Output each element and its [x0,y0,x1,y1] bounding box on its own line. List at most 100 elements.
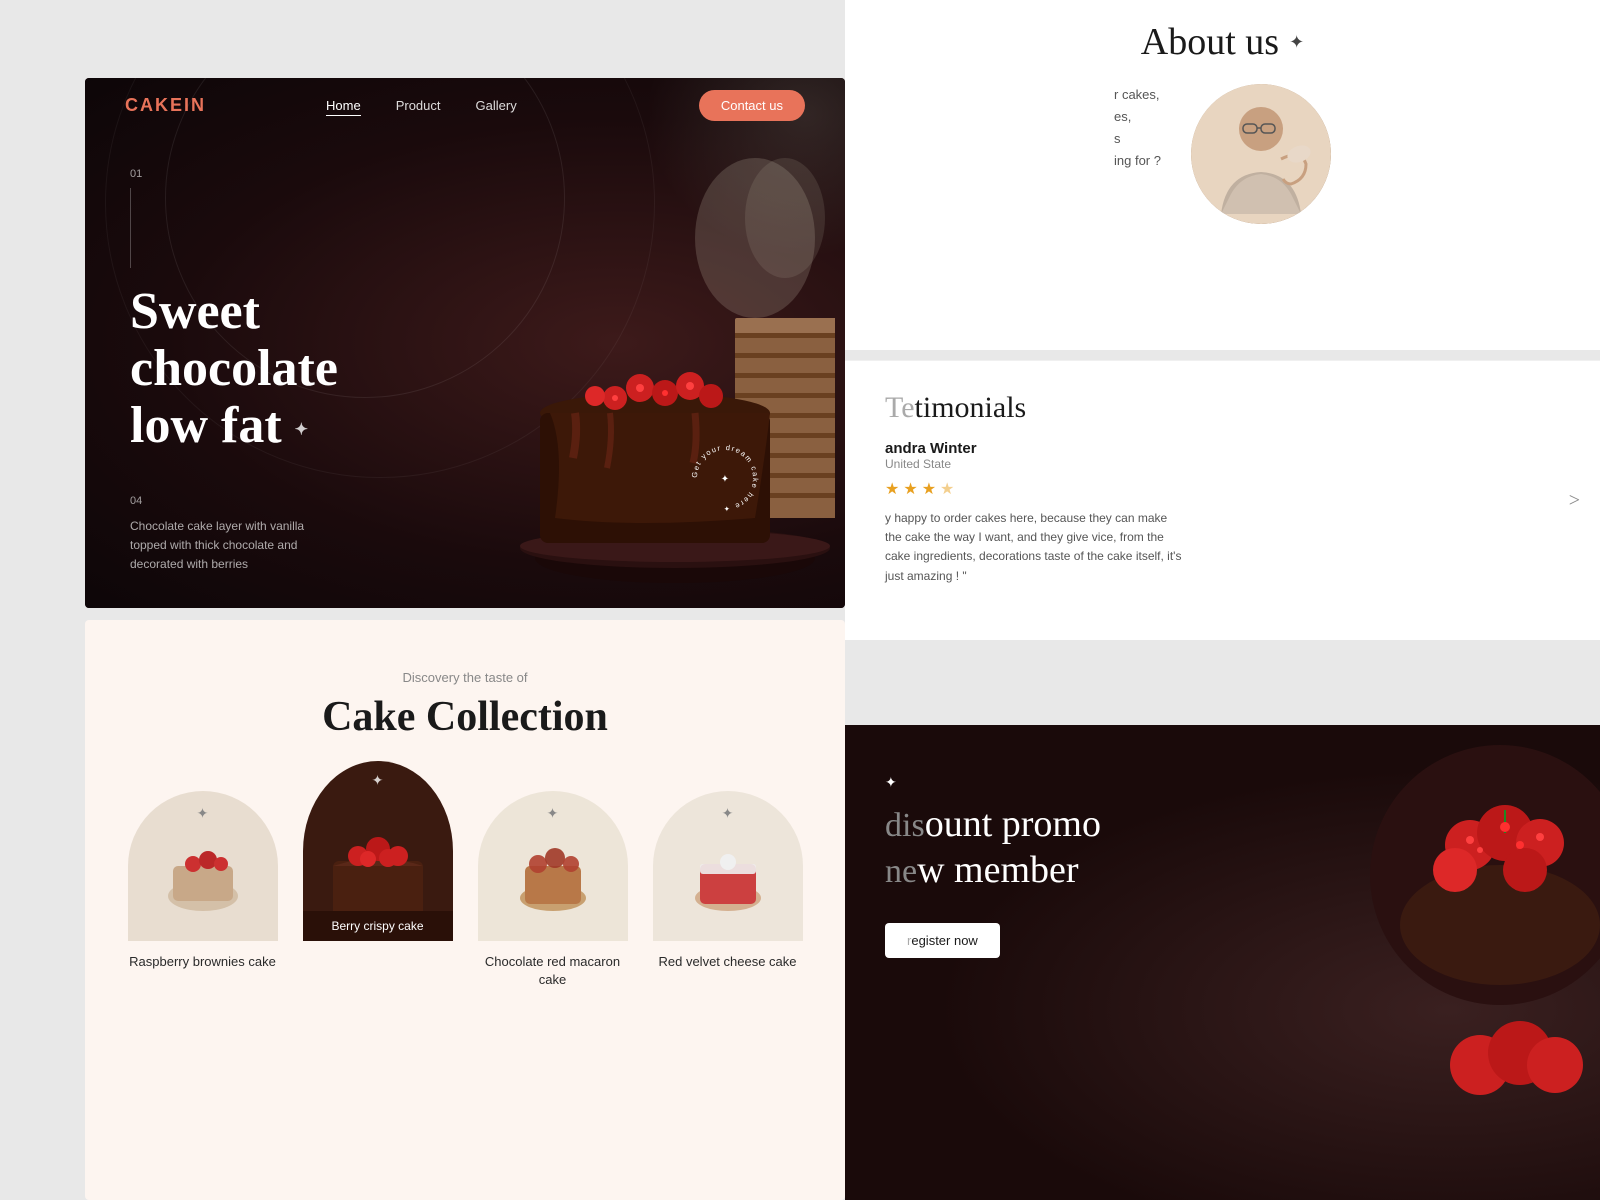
hero-content: 01 Sweet chocolate low fat ✦ 04 Chocolat… [130,168,450,608]
card-plus-icon-2: ✦ [372,773,384,790]
star-half: ★ [940,481,954,498]
about-us-arrow: ✦ [1289,32,1304,53]
promo-section: ✦ disount promo new member register now [845,725,1600,1200]
berry-tex-3 [1536,833,1544,841]
berry-dot-4 [686,382,694,390]
wafer-stripe-3 [735,373,835,378]
collection-title: Cake Collection [125,693,805,741]
cake-card-macaron: ✦ Chocolate red macaron cake [475,791,630,989]
testimonials-title-text: timonials [915,391,1027,424]
raspberry-6 [585,386,605,406]
nav-link-product[interactable]: Product [396,98,441,113]
hero-title-star: ✦ [295,422,308,439]
hero-title: Sweet chocolate low fat ✦ [130,283,450,455]
card-plus-icon-4: ✦ [722,806,734,823]
promo-berry-low-3 [1527,1037,1583,1093]
slide-number-bottom: 04 [130,495,450,507]
slide-number-bottom-group: 04 Chocolate cake layer with vanilla top… [130,495,450,575]
nav-item-product[interactable]: Product [396,97,441,115]
berry-dot-3 [662,390,668,396]
promo-title-line1: ount promo [925,803,1101,845]
berry-bowl-ellipse [1400,865,1600,985]
berry-dot-1 [612,395,618,401]
promo-title-line2: w member [917,849,1078,891]
testimonials-section: Tetimonials andra Winter United State ★ … [845,360,1600,640]
hero-title-line2: low fat [130,397,282,454]
reviewer-name: andra Winter [885,440,1560,457]
berry-card-label-bg: Berry crispy cake [303,911,453,941]
about-text-block: r cakes,es,sing for ? [1114,84,1161,172]
cake-card-velvet: ✦ Red velvet cheese cake [650,791,805,989]
hero-title-line1: Sweet chocolate [130,283,338,397]
testimonials-title: Tetimonials [885,391,1560,425]
promo-berry-svg [1280,725,1600,1200]
raspberry-cake-icon [163,836,243,916]
avatar-svg [1191,84,1331,224]
navbar: CAKEIN Home Product Gallery Contact us [85,78,845,133]
berry-dot-2 [636,384,644,392]
promo-star-icon: ✦ [885,775,1101,792]
review-text: y happy to order cakes here, because the… [885,509,1185,586]
cake-card-img-raspberry: ✦ [128,791,278,941]
cake-card-img-berry: ✦ Berry crispy cake [303,761,453,941]
cake-collection-section: Discovery the taste of Cake Collection ✦… [85,620,845,1200]
hero-section: CAKEIN Home Product Gallery Contact us 0… [85,78,845,608]
about-us-title-text: About us [1141,20,1279,64]
berry-tex-5 [1516,841,1524,849]
promo-berry-4 [1433,848,1477,892]
cake-card-label-velvet: Red velvet cheese cake [658,953,796,971]
about-content-area: r cakes,es,sing for ? [1114,84,1331,224]
berry-tex-4 [1477,847,1483,853]
wafer-stripe-4 [735,393,835,398]
discovery-label: Discovery the taste of [125,670,805,685]
logo-text-accent: IN [184,95,206,115]
cake-card-img-velvet: ✦ [653,791,803,941]
promo-title: disount promo new member [885,802,1101,893]
cake-svg [435,138,835,608]
star-2: ★ [903,481,917,498]
about-text-para: r cakes,es,sing for ? [1114,84,1161,172]
berry-tex-2 [1500,822,1510,832]
reviewer-location: United State [885,457,1560,471]
circular-badge-svg: Get your dream cake here ✦ ✦ [685,438,765,518]
about-us-title: About us ✦ [1141,20,1304,64]
star-1: ★ [885,481,899,498]
about-section: About us ✦ r cakes,es,sing for ? [845,0,1600,350]
nav-link-gallery[interactable]: Gallery [476,98,517,113]
nav-links: Home Product Gallery [326,97,517,115]
vert-divider [130,188,131,268]
berry-tex-1 [1466,836,1474,844]
raspberry-5 [699,384,723,408]
circular-badge-star: ✦ [721,474,729,485]
promo-title-prefix: dis [885,807,925,844]
next-review-arrow[interactable]: > [1569,489,1580,512]
logo: CAKEIN [125,95,206,116]
nav-item-home[interactable]: Home [326,97,361,115]
star-rating: ★ ★ ★ ★ [885,479,1560,499]
cake-card-img-macaron: ✦ [478,791,628,941]
card-plus-icon-3: ✦ [547,806,559,823]
card-plus-icon-1: ✦ [197,806,209,823]
nav-item-gallery[interactable]: Gallery [476,97,517,115]
contact-us-button[interactable]: Contact us [699,90,805,121]
star-3: ★ [922,481,936,498]
promo-berry-5 [1503,848,1547,892]
cake-card-berry: ✦ Berry crispy cake [300,761,455,989]
nav-link-home[interactable]: Home [326,98,361,116]
cake-cards-grid: ✦ Raspberry brownies cake ✦ [125,791,805,989]
testimonials-title-prefix: Te [885,391,915,424]
drip-1 [573,413,576,458]
velvet-cake-icon [688,836,768,916]
promo-title-prefix2: ne [885,853,917,890]
circular-badge: Get your dream cake here ✦ ✦ [685,438,765,518]
slide-number-top: 01 [130,168,450,180]
macaron-cake-icon [513,836,593,916]
berry-card-overlay-label: Berry crispy cake [331,919,423,933]
wafer-stripe-1 [735,333,835,338]
register-button[interactable]: register now [885,923,1000,958]
wafer-stripe-2 [735,353,835,358]
cake-card-raspberry: ✦ Raspberry brownies cake [125,791,280,989]
flower-bg-ellipse2 [745,158,825,278]
promo-content: ✦ disount promo new member register now [885,775,1101,958]
cake-card-label-raspberry: Raspberry brownies cake [129,953,276,971]
